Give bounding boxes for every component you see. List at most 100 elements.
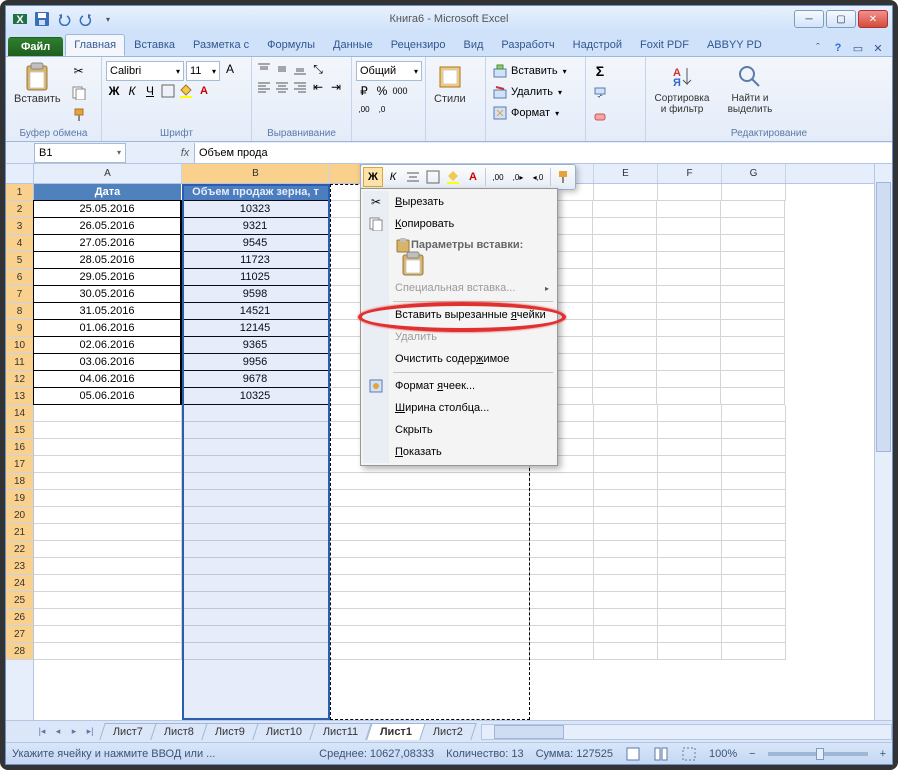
tab-данные[interactable]: Данные	[324, 34, 382, 56]
sheet-tab-Лист2[interactable]: Лист2	[419, 723, 477, 740]
fill-button[interactable]	[590, 83, 610, 103]
cell-F15[interactable]	[658, 422, 722, 439]
cell-A23[interactable]	[34, 558, 182, 575]
menu-cut[interactable]: ✂ВВырезатьырезать	[363, 191, 555, 213]
cell-G12[interactable]	[721, 371, 785, 388]
tab-abbyy pd[interactable]: ABBYY PD	[698, 34, 771, 56]
cell-G18[interactable]	[722, 473, 786, 490]
minimize-button[interactable]: ─	[794, 10, 824, 28]
cell-E4[interactable]	[593, 235, 657, 252]
cell-E21[interactable]	[594, 524, 658, 541]
cell-F3[interactable]	[657, 218, 721, 235]
cell-F1[interactable]	[658, 184, 722, 201]
col-header-B[interactable]: B	[182, 164, 330, 183]
view-pagebreak-icon[interactable]	[681, 746, 697, 762]
cell-A4[interactable]: 27.05.2016	[33, 234, 181, 252]
cell-A18[interactable]	[34, 473, 182, 490]
cell-B13[interactable]: 10325	[181, 387, 329, 405]
maximize-button[interactable]: ▢	[826, 10, 856, 28]
mini-formatpainter[interactable]	[553, 167, 573, 187]
cell-B9[interactable]: 12145	[181, 319, 329, 337]
align-middle-icon[interactable]	[274, 61, 290, 77]
cell-A27[interactable]	[34, 626, 182, 643]
cell-G27[interactable]	[722, 626, 786, 643]
row-header-8[interactable]: 8	[6, 303, 33, 320]
row-header-18[interactable]: 18	[6, 473, 33, 490]
cell-B8[interactable]: 14521	[181, 302, 329, 320]
row-header-20[interactable]: 20	[6, 507, 33, 524]
tab-формулы[interactable]: Формулы	[258, 34, 324, 56]
cell-B18[interactable]	[182, 473, 330, 490]
cell-A15[interactable]	[34, 422, 182, 439]
cell-E20[interactable]	[594, 507, 658, 524]
cell-C24[interactable]	[330, 575, 530, 592]
autosum-button[interactable]: Σ	[590, 61, 610, 81]
cell-C19[interactable]	[330, 490, 530, 507]
cut-button[interactable]: ✂	[69, 61, 89, 81]
sheet-tab-Лист10[interactable]: Лист10	[252, 723, 316, 740]
font-color-button[interactable]: A	[196, 83, 212, 99]
cell-B2[interactable]: 10323	[181, 200, 329, 218]
bold-button[interactable]: Ж	[106, 83, 122, 99]
cell-B4[interactable]: 9545	[181, 234, 329, 252]
row-header-12[interactable]: 12	[6, 371, 33, 388]
cell-D24[interactable]	[530, 575, 594, 592]
cell-G16[interactable]	[722, 439, 786, 456]
sheet-nav-first[interactable]: |◂	[34, 724, 50, 740]
cell-A8[interactable]: 31.05.2016	[33, 302, 181, 320]
cell-G22[interactable]	[722, 541, 786, 558]
cell-A26[interactable]	[34, 609, 182, 626]
close-button[interactable]: ✕	[858, 10, 888, 28]
cell-D28[interactable]	[530, 643, 594, 660]
cell-F9[interactable]	[657, 320, 721, 337]
ribbon-minimize-icon[interactable]: ˆ	[810, 40, 826, 56]
cell-A17[interactable]	[34, 456, 182, 473]
cell-B19[interactable]	[182, 490, 330, 507]
currency-icon[interactable]: ₽	[356, 83, 372, 99]
cell-B3[interactable]: 9321	[181, 217, 329, 235]
mini-fillcolor[interactable]	[443, 167, 463, 187]
row-header-11[interactable]: 11	[6, 354, 33, 371]
cell-B11[interactable]: 9956	[181, 353, 329, 371]
cell-B25[interactable]	[182, 592, 330, 609]
sort-filter-button[interactable]: АЯСортировка и фильтр	[650, 61, 714, 117]
underline-button[interactable]: Ч	[142, 83, 158, 99]
row-header-28[interactable]: 28	[6, 643, 33, 660]
decrease-indent-icon[interactable]: ⇤	[310, 79, 326, 95]
cell-A14[interactable]	[34, 405, 182, 422]
sheet-nav-next[interactable]: ▸	[66, 724, 82, 740]
sheet-tab-Лист7[interactable]: Лист7	[99, 723, 157, 740]
row-header-13[interactable]: 13	[6, 388, 33, 405]
cell-G21[interactable]	[722, 524, 786, 541]
mini-decimal1[interactable]: ,0▸	[508, 167, 528, 187]
cell-G14[interactable]	[722, 405, 786, 422]
mini-italic[interactable]: К	[383, 167, 403, 187]
row-header-16[interactable]: 16	[6, 439, 33, 456]
decrease-decimal-icon[interactable]: ,0	[374, 101, 390, 117]
cell-A2[interactable]: 25.05.2016	[33, 200, 181, 218]
cell-F25[interactable]	[658, 592, 722, 609]
cell-B6[interactable]: 11025	[181, 268, 329, 286]
cell-F18[interactable]	[658, 473, 722, 490]
cell-D27[interactable]	[530, 626, 594, 643]
sheet-tab-Лист9[interactable]: Лист9	[201, 723, 259, 740]
cell-E9[interactable]	[593, 320, 657, 337]
cell-A9[interactable]: 01.06.2016	[33, 319, 181, 337]
cell-C23[interactable]	[330, 558, 530, 575]
tab-file[interactable]: Файл	[8, 37, 63, 56]
tab-разметка с[interactable]: Разметка с	[184, 34, 258, 56]
row-header-9[interactable]: 9	[6, 320, 33, 337]
mini-fontcolor[interactable]: A	[463, 167, 483, 187]
cell-B20[interactable]	[182, 507, 330, 524]
row-header-21[interactable]: 21	[6, 524, 33, 541]
cell-A6[interactable]: 29.05.2016	[33, 268, 181, 286]
grid-area[interactable]: 1234567891011121314151617181920212223242…	[6, 164, 892, 720]
cell-E7[interactable]	[593, 286, 657, 303]
cell-E8[interactable]	[593, 303, 657, 320]
cell-F2[interactable]	[657, 201, 721, 218]
sheet-nav-last[interactable]: ▸|	[82, 724, 98, 740]
row-header-26[interactable]: 26	[6, 609, 33, 626]
cell-D19[interactable]	[530, 490, 594, 507]
cell-F7[interactable]	[657, 286, 721, 303]
cell-C22[interactable]	[330, 541, 530, 558]
